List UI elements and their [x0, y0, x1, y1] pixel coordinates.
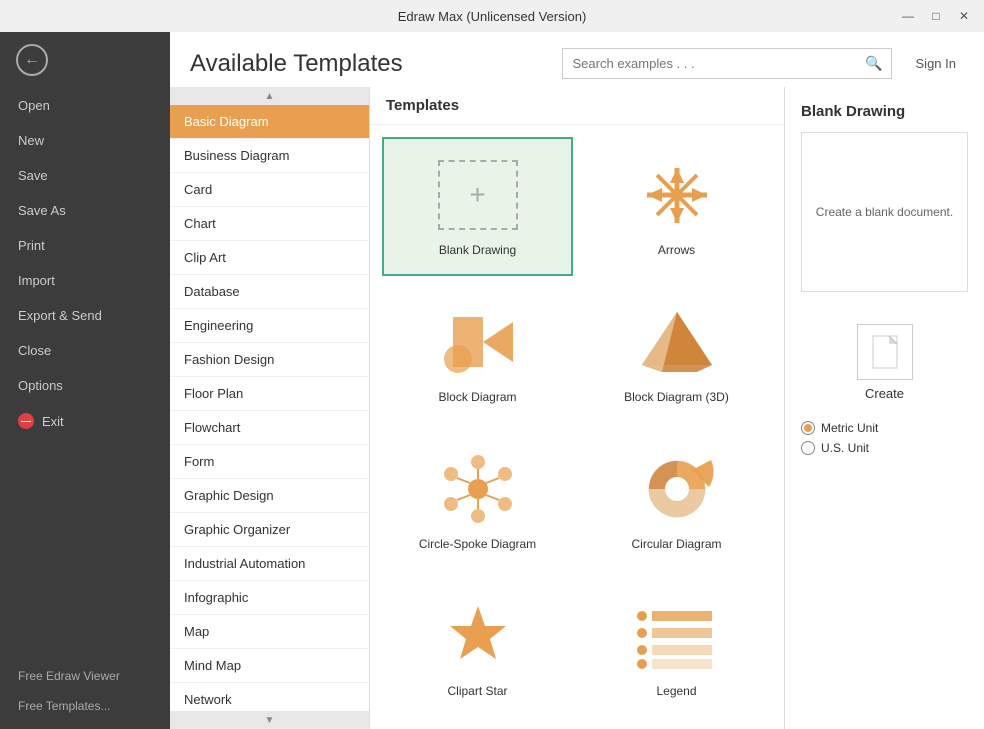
category-item-chart[interactable]: Chart	[170, 207, 369, 241]
back-button[interactable]: ←	[0, 32, 170, 88]
sidebar-footer: Free Edraw Viewer Free Templates...	[0, 661, 170, 729]
create-icon-box[interactable]	[857, 324, 913, 380]
right-panel-title: Blank Drawing	[801, 103, 968, 120]
star-icon	[428, 596, 528, 676]
category-item-infographic[interactable]: Infographic	[170, 581, 369, 615]
signin-link[interactable]: Sign In	[908, 52, 964, 75]
category-item-basic-diagram[interactable]: Basic Diagram	[170, 105, 369, 139]
category-item-floor-plan[interactable]: Floor Plan	[170, 377, 369, 411]
minimize-button[interactable]: —	[896, 4, 920, 28]
titlebar: Edraw Max (Unlicensed Version) — □ ✕	[0, 0, 984, 32]
block-diagram-icon	[428, 302, 528, 382]
right-panel-desc: Create a blank document.	[816, 205, 953, 219]
template-blank-drawing-label: Blank Drawing	[439, 243, 516, 257]
template-block-diagram-3d-label: Block Diagram (3D)	[624, 390, 729, 404]
search-input[interactable]	[563, 50, 858, 77]
sidebar-item-free-templates[interactable]: Free Templates...	[0, 691, 170, 721]
template-star-label: Clipart Star	[447, 684, 507, 698]
window-title: Edraw Max (Unlicensed Version)	[398, 9, 587, 24]
sidebar-item-new[interactable]: New	[0, 123, 170, 158]
back-icon: ←	[16, 44, 48, 76]
category-item-business-diagram[interactable]: Business Diagram	[170, 139, 369, 173]
metric-radio[interactable]	[801, 421, 815, 435]
right-panel: Blank Drawing Create a blank document. C…	[784, 87, 984, 729]
template-arrows[interactable]: Arrows	[581, 137, 772, 276]
category-item-database[interactable]: Database	[170, 275, 369, 309]
category-item-graphic-design[interactable]: Graphic Design	[170, 479, 369, 513]
template-arrows-label: Arrows	[658, 243, 695, 257]
category-item-graphic-organizer[interactable]: Graphic Organizer	[170, 513, 369, 547]
create-label[interactable]: Create	[865, 386, 904, 401]
category-item-form[interactable]: Form	[170, 445, 369, 479]
template-circular-diagram[interactable]: Circular Diagram	[581, 431, 772, 570]
legend-icon	[627, 596, 727, 676]
template-circle-spoke[interactable]: Circle-Spoke Diagram	[382, 431, 573, 570]
blank-drawing-visual: +	[438, 160, 518, 230]
templates-header: Templates	[370, 87, 784, 125]
template-blank-drawing[interactable]: + Blank Drawing	[382, 137, 573, 276]
exit-label: Exit	[42, 414, 64, 429]
category-scroll-up[interactable]: ▲	[170, 87, 369, 105]
sidebar: ← Open New Save Save As Print Import Exp…	[0, 32, 170, 729]
template-circle-spoke-label: Circle-Spoke Diagram	[419, 537, 536, 551]
create-section: Create	[801, 324, 968, 401]
close-button[interactable]: ✕	[952, 4, 976, 28]
metric-unit-label: Metric Unit	[821, 421, 878, 435]
arrows-icon	[627, 155, 727, 235]
templates-grid: + Blank Drawing	[370, 125, 784, 729]
sidebar-item-exit[interactable]: — Exit	[0, 403, 170, 439]
main-header: Available Templates 🔍 Sign In	[170, 32, 984, 87]
window-controls: — □ ✕	[896, 4, 976, 28]
sidebar-item-options[interactable]: Options	[0, 368, 170, 403]
category-item-mind-map[interactable]: Mind Map	[170, 649, 369, 683]
exit-icon: —	[18, 413, 34, 429]
category-item-industrial-automation[interactable]: Industrial Automation	[170, 547, 369, 581]
template-block-diagram-3d[interactable]: Block Diagram (3D)	[581, 284, 772, 423]
maximize-button[interactable]: □	[924, 4, 948, 28]
sidebar-item-save-as[interactable]: Save As	[0, 193, 170, 228]
us-unit-label: U.S. Unit	[821, 441, 869, 455]
unit-options: Metric Unit U.S. Unit	[801, 421, 968, 455]
blank-drawing-icon: +	[428, 155, 528, 235]
category-item-engineering[interactable]: Engineering	[170, 309, 369, 343]
main-content: Available Templates 🔍 Sign In ▲ Basic Di…	[170, 32, 984, 729]
circle-spoke-icon	[428, 449, 528, 529]
templates-panel: Templates + Blank Drawing	[370, 87, 784, 729]
category-item-clip-art[interactable]: Clip Art	[170, 241, 369, 275]
circular-diagram-icon	[627, 449, 727, 529]
search-button[interactable]: 🔍	[857, 49, 890, 78]
category-scroll-down[interactable]: ▼	[170, 711, 369, 729]
category-item-fashion-design[interactable]: Fashion Design	[170, 343, 369, 377]
category-item-map[interactable]: Map	[170, 615, 369, 649]
category-item-flowchart[interactable]: Flowchart	[170, 411, 369, 445]
sidebar-item-close[interactable]: Close	[0, 333, 170, 368]
template-block-diagram-label: Block Diagram	[438, 390, 516, 404]
sidebar-item-export-send[interactable]: Export & Send	[0, 298, 170, 333]
template-legend[interactable]: Legend	[581, 578, 772, 717]
sidebar-item-open[interactable]: Open	[0, 88, 170, 123]
sidebar-item-save[interactable]: Save	[0, 158, 170, 193]
right-panel-preview: Create a blank document.	[801, 132, 968, 292]
content-area: ▲ Basic Diagram Business Diagram Card Ch…	[170, 87, 984, 729]
page-title: Available Templates	[190, 50, 403, 78]
sidebar-item-print[interactable]: Print	[0, 228, 170, 263]
sidebar-item-free-viewer[interactable]: Free Edraw Viewer	[0, 661, 170, 691]
template-star[interactable]: Clipart Star	[382, 578, 573, 717]
us-unit-option[interactable]: U.S. Unit	[801, 441, 968, 455]
metric-unit-option[interactable]: Metric Unit	[801, 421, 968, 435]
sidebar-nav: Open New Save Save As Print Import Expor…	[0, 88, 170, 439]
block-diagram-3d-icon	[627, 302, 727, 382]
us-radio[interactable]	[801, 441, 815, 455]
search-box: 🔍	[562, 48, 892, 79]
category-panel: ▲ Basic Diagram Business Diagram Card Ch…	[170, 87, 370, 729]
app-body: ← Open New Save Save As Print Import Exp…	[0, 32, 984, 729]
template-block-diagram[interactable]: Block Diagram	[382, 284, 573, 423]
template-circular-diagram-label: Circular Diagram	[631, 537, 721, 551]
sidebar-item-import[interactable]: Import	[0, 263, 170, 298]
template-legend-label: Legend	[656, 684, 696, 698]
category-item-card[interactable]: Card	[170, 173, 369, 207]
